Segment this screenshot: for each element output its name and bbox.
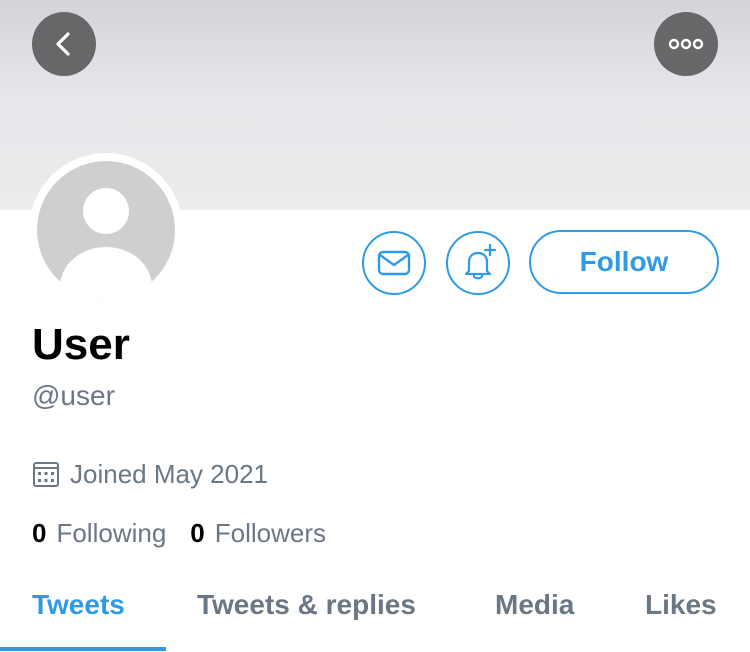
user-handle: @user <box>32 380 115 411</box>
followers-label: Followers <box>214 518 327 548</box>
default-user-icon <box>60 188 152 299</box>
active-tab-indicator <box>0 647 166 651</box>
more-horizontal-icon <box>668 38 704 50</box>
profile-tabs: Tweets Tweets & replies Media Likes <box>0 585 750 652</box>
follow-button[interactable]: Follow <box>529 230 719 294</box>
following-count: 0 <box>32 518 47 548</box>
tab-media[interactable]: Media <box>495 589 574 621</box>
bell-plus-icon <box>464 243 497 280</box>
avatar[interactable] <box>37 161 175 299</box>
following-link[interactable]: 0 Following <box>32 518 166 549</box>
followers-link[interactable]: 0 Followers <box>190 518 326 549</box>
message-button[interactable] <box>362 231 426 295</box>
following-label: Following <box>56 518 167 548</box>
calendar-icon <box>33 462 59 487</box>
more-options-button[interactable] <box>654 12 718 76</box>
follow-stats: 0 Following 0 Followers <box>32 518 326 549</box>
tab-tweets[interactable]: Tweets <box>32 589 125 621</box>
notifications-button[interactable] <box>446 231 510 295</box>
display-name: User <box>32 320 130 369</box>
tab-tweets-replies[interactable]: Tweets & replies <box>197 589 416 621</box>
back-button[interactable] <box>32 12 96 76</box>
chevron-left-icon <box>56 32 70 56</box>
join-date-row: Joined May 2021 <box>32 458 268 490</box>
join-date: Joined May 2021 <box>70 458 269 489</box>
envelope-icon <box>377 250 411 276</box>
tab-likes[interactable]: Likes <box>645 589 717 621</box>
followers-count: 0 <box>190 518 205 548</box>
